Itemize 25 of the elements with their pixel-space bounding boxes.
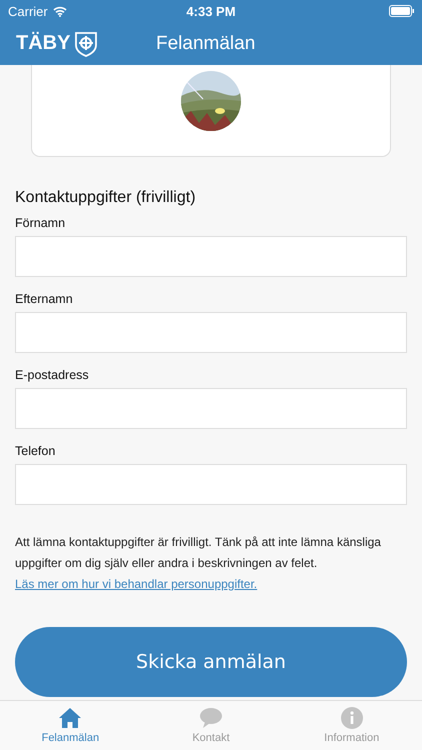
home-icon bbox=[59, 707, 82, 729]
privacy-notice: Att lämna kontaktuppgifter är frivilligt. Tänk på att inte lämna känsliga uppgifter om dig själv eller andra i beskrivningen av felet. bbox=[15, 534, 382, 572]
shield-icon bbox=[74, 30, 98, 56]
nav-title: Felanmälan bbox=[156, 32, 256, 54]
battery-icon bbox=[388, 5, 414, 17]
input-field[interactable] bbox=[15, 464, 407, 505]
submit-button[interactable]: Skicka anmälan bbox=[15, 627, 407, 697]
wifi-icon bbox=[52, 6, 67, 16]
carrier-name: Carrier bbox=[8, 4, 48, 18]
field-label: E-postadress bbox=[15, 368, 89, 382]
logo-text: TÄBY bbox=[16, 32, 70, 55]
tab-item[interactable]: Kontakt bbox=[140, 701, 282, 750]
info-icon bbox=[340, 707, 363, 729]
field-label: Efternamn bbox=[15, 292, 73, 306]
tab-item[interactable]: Information bbox=[281, 701, 422, 750]
tab-item[interactable]: Felanmälan bbox=[0, 701, 141, 750]
field-label: Telefon bbox=[15, 444, 56, 458]
input-field[interactable] bbox=[15, 236, 407, 277]
privacy-link[interactable]: Läs mer om hur vi behandlar personuppgifter. bbox=[15, 574, 258, 595]
chat-bubble-icon bbox=[200, 707, 222, 729]
section-heading: Kontaktuppgifter (frivilligt) bbox=[15, 189, 197, 207]
input-field[interactable] bbox=[15, 312, 407, 353]
field-label: Förnamn bbox=[15, 216, 66, 230]
status-time: 4:33 PM bbox=[186, 4, 236, 18]
input-field[interactable] bbox=[15, 388, 407, 429]
